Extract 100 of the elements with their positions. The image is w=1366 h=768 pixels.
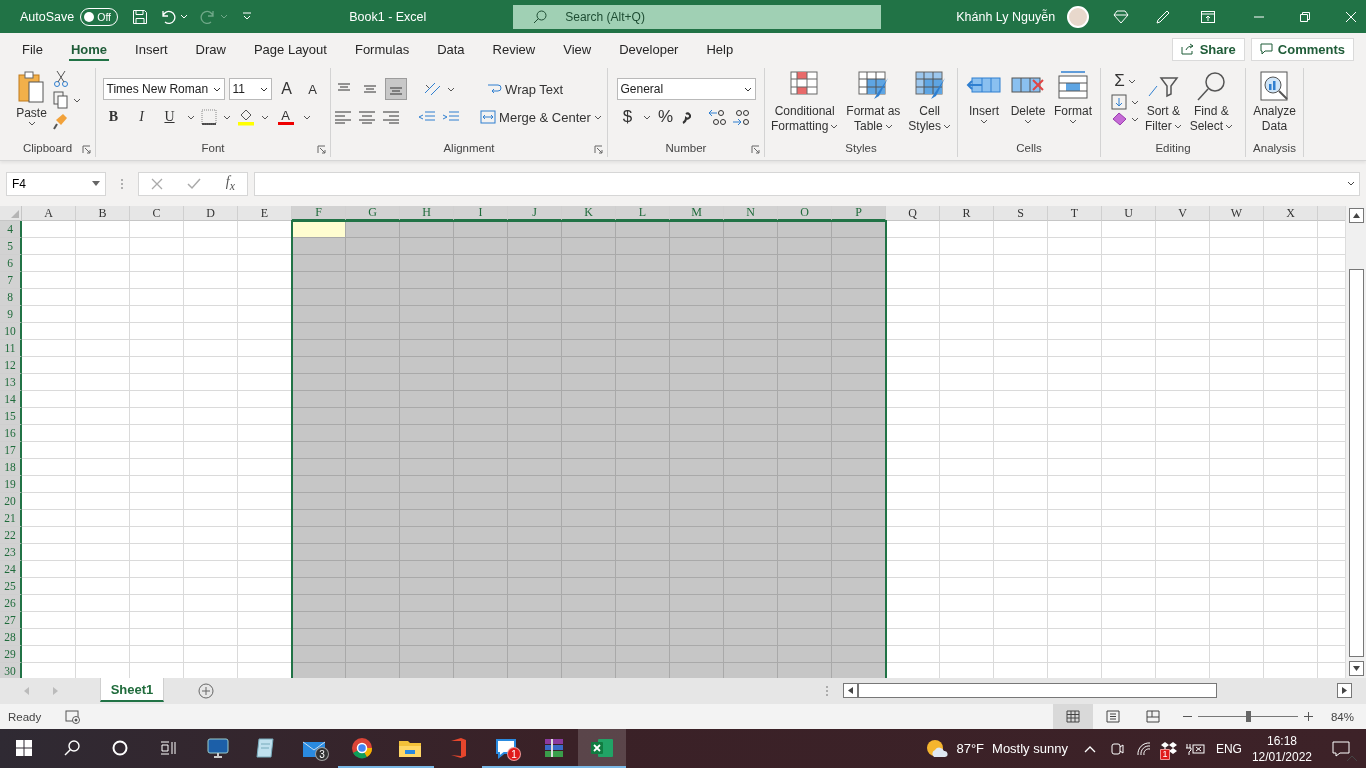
font-name-field[interactable]: Times New Roman: [102, 78, 225, 100]
dialog-launcher-icon[interactable]: [594, 145, 603, 154]
language-indicator[interactable]: ENG: [1215, 741, 1242, 756]
underline-button[interactable]: U: [158, 106, 181, 128]
view-button[interactable]: [1052, 704, 1093, 729]
increase-indent-icon[interactable]: [441, 110, 462, 124]
menu-tab[interactable]: File: [8, 33, 57, 65]
cells-button[interactable]: Format: [1052, 70, 1094, 124]
row-header[interactable]: 22: [0, 527, 22, 544]
column-header[interactable]: C: [130, 206, 184, 221]
row-header[interactable]: 5: [0, 238, 22, 255]
font-size-field[interactable]: 11: [228, 78, 272, 100]
styles-button[interactable]: Conditional Formatting: [768, 70, 841, 134]
dialog-launcher-icon[interactable]: [82, 145, 91, 154]
column-header[interactable]: W: [1210, 206, 1264, 221]
scissors-icon[interactable]: [52, 70, 69, 88]
wrap-text-button[interactable]: Wrap Text: [483, 78, 567, 100]
cells-button[interactable]: Insert: [964, 70, 1004, 124]
borders-icon[interactable]: [200, 109, 217, 125]
row-header[interactable]: 9: [0, 306, 22, 323]
analyze-data-button[interactable]: Analyze Data: [1251, 70, 1298, 134]
column-header[interactable]: [1318, 206, 1345, 221]
vertical-scrollbar[interactable]: [1345, 206, 1366, 678]
row-header[interactable]: 14: [0, 391, 22, 408]
row-header[interactable]: 10: [0, 323, 22, 340]
select-all-corner[interactable]: [0, 206, 22, 221]
font-color-button[interactable]: A: [274, 106, 297, 128]
row-header[interactable]: 28: [0, 629, 22, 646]
column-header[interactable]: X: [1264, 206, 1318, 221]
menu-tab[interactable]: Insert: [121, 33, 182, 65]
eraser-icon[interactable]: [1111, 112, 1127, 126]
clock[interactable]: 16:18 12/01/2022: [1251, 732, 1312, 765]
taskbar-app[interactable]: 3: [290, 729, 338, 768]
bold-button[interactable]: B: [102, 106, 125, 128]
grow-font-button[interactable]: A: [275, 78, 298, 100]
row-header[interactable]: 23: [0, 544, 22, 561]
dialog-launcher-icon[interactable]: [317, 145, 326, 154]
row-header[interactable]: 29: [0, 646, 22, 663]
styles-button[interactable]: Format as Table: [844, 70, 903, 134]
menu-tab[interactable]: Help: [692, 33, 748, 65]
column-header[interactable]: S: [994, 206, 1048, 221]
row-header[interactable]: 13: [0, 374, 22, 391]
column-header[interactable]: E: [238, 206, 292, 221]
merge-center-button[interactable]: Merge & Center: [477, 106, 605, 128]
row-header[interactable]: 15: [0, 408, 22, 425]
align-center-icon[interactable]: [357, 110, 378, 124]
row-header[interactable]: 21: [0, 510, 22, 527]
increase-decimal-icon[interactable]: [706, 108, 727, 126]
column-header[interactable]: U: [1102, 206, 1156, 221]
user-avatar[interactable]: [1067, 5, 1090, 28]
row-header[interactable]: 24: [0, 561, 22, 578]
align-left-icon[interactable]: [333, 110, 354, 124]
align-right-icon[interactable]: [381, 110, 402, 124]
zoom-slider-thumb[interactable]: [1245, 711, 1251, 722]
column-header[interactable]: B: [76, 206, 130, 221]
row-header[interactable]: 19: [0, 476, 22, 493]
comments-button[interactable]: Comments: [1250, 37, 1354, 61]
decrease-indent-icon[interactable]: [417, 110, 438, 124]
format-painter-icon[interactable]: [52, 112, 69, 130]
user-name[interactable]: Khánh Ly Nguyễn: [956, 9, 1056, 24]
row-header[interactable]: 27: [0, 612, 22, 629]
fill-down-icon[interactable]: [1111, 94, 1127, 110]
name-box[interactable]: F4: [6, 171, 106, 196]
taskbar-app[interactable]: 1: [482, 729, 530, 768]
italic-button[interactable]: I: [130, 106, 153, 128]
row-header[interactable]: 11: [0, 340, 22, 357]
cells-button[interactable]: Delete: [1008, 70, 1048, 124]
menu-tab[interactable]: Developer: [605, 33, 693, 65]
notification-icon[interactable]: [1332, 740, 1350, 757]
horizontal-scrollbar[interactable]: [843, 683, 1352, 698]
number-format-field[interactable]: General: [616, 78, 756, 100]
find-select-button[interactable]: Find & Select: [1187, 70, 1235, 134]
weather-temperature[interactable]: 87°F: [956, 741, 985, 756]
row-header[interactable]: 30: [0, 663, 22, 678]
column-header[interactable]: D: [184, 206, 238, 221]
column-header[interactable]: Q: [886, 206, 940, 221]
sort-filter-button[interactable]: Sort & Filter: [1143, 70, 1184, 134]
column-header[interactable]: A: [22, 206, 76, 221]
share-button[interactable]: Share: [1171, 37, 1245, 61]
search-field[interactable]: Search (Alt+Q): [513, 4, 882, 29]
menu-tab[interactable]: Data: [423, 33, 479, 65]
vertical-align-button[interactable]: [385, 78, 408, 100]
row-header[interactable]: 4: [0, 221, 22, 238]
currency-button[interactable]: $: [616, 106, 639, 128]
percent-button[interactable]: %: [654, 106, 677, 128]
chevron-up-icon[interactable]: [1083, 744, 1096, 753]
weather-condition[interactable]: Mostly sunny: [992, 741, 1068, 756]
fill-color-icon[interactable]: [236, 108, 255, 126]
sheet-tab[interactable]: Sheet1: [100, 678, 164, 702]
row-header[interactable]: 18: [0, 459, 22, 476]
row-header[interactable]: 16: [0, 425, 22, 442]
autosum-button[interactable]: Σ: [1111, 70, 1139, 92]
row-header[interactable]: 7: [0, 272, 22, 289]
menu-tab[interactable]: Home: [56, 33, 122, 65]
column-header[interactable]: V: [1156, 206, 1210, 221]
menu-tab[interactable]: Formulas: [340, 33, 424, 65]
dialog-launcher-icon[interactable]: [751, 145, 760, 154]
decrease-decimal-icon[interactable]: [730, 108, 751, 126]
row-header[interactable]: 12: [0, 357, 22, 374]
row-header[interactable]: 8: [0, 289, 22, 306]
